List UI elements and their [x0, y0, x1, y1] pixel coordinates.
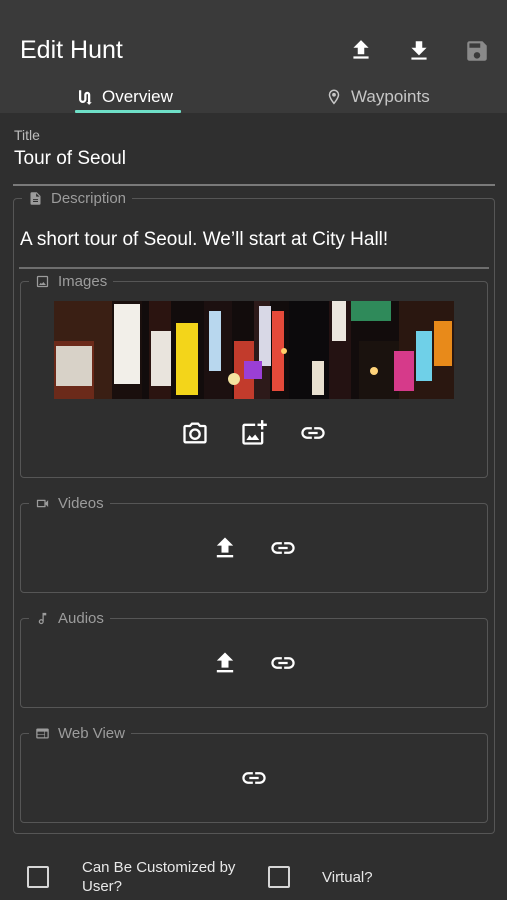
title-field[interactable]: Tour of Seoul — [14, 148, 126, 170]
audio-link-button[interactable] — [268, 648, 298, 678]
image-icon — [36, 275, 49, 288]
add-photo-icon — [242, 420, 267, 445]
route-icon — [79, 90, 92, 105]
customizable-label: Can Be Customized by User? — [82, 859, 236, 895]
app-bar: Edit Hunt Overview Waypoints — [0, 0, 507, 113]
add-photo-button[interactable] — [239, 418, 269, 448]
image-link-button[interactable] — [298, 418, 328, 448]
camera-icon — [183, 422, 207, 444]
description-legend: Description — [22, 190, 133, 207]
audios-legend: Audios — [29, 610, 110, 627]
web-icon — [36, 728, 49, 739]
download-button[interactable] — [404, 36, 434, 66]
title-underline — [13, 184, 495, 186]
document-icon — [30, 192, 41, 205]
videos-legend: Videos — [29, 495, 110, 512]
videos-section: Videos — [20, 495, 488, 593]
audios-legend-label: Audios — [58, 610, 104, 627]
tab-waypoints-label: Waypoints — [351, 87, 430, 106]
title-label: Title — [14, 127, 40, 143]
link-icon — [271, 542, 295, 554]
upload-icon — [216, 537, 234, 558]
upload-audio-button[interactable] — [210, 648, 240, 678]
link-icon — [301, 427, 325, 439]
link-icon — [242, 772, 266, 784]
description-underline — [19, 267, 489, 269]
location-pin-icon — [328, 89, 340, 105]
tab-indicator — [75, 110, 181, 113]
videos-legend-label: Videos — [58, 495, 104, 512]
web-view-legend-label: Web View — [58, 725, 125, 742]
take-photo-button[interactable] — [180, 418, 210, 448]
upload-icon — [216, 652, 234, 673]
download-icon — [411, 41, 427, 60]
save-button[interactable] — [462, 36, 492, 66]
tab-overview-label: Overview — [102, 87, 173, 106]
tab-waypoints[interactable]: Waypoints — [325, 82, 430, 112]
images-legend-label: Images — [58, 273, 108, 290]
virtual-label: Virtual? — [322, 869, 373, 886]
virtual-checkbox[interactable] — [268, 866, 290, 888]
save-icon — [467, 41, 487, 61]
page-title: Edit Hunt — [20, 36, 123, 64]
web-view-legend: Web View — [29, 725, 131, 742]
upload-button[interactable] — [346, 36, 376, 66]
web-view-link-button[interactable] — [239, 763, 269, 793]
images-legend: Images — [29, 273, 114, 290]
tab-overview[interactable]: Overview — [76, 82, 173, 112]
upload-video-button[interactable] — [210, 533, 240, 563]
videocam-icon — [36, 499, 49, 508]
seoul-street-photo — [54, 301, 454, 399]
music-note-icon — [38, 612, 47, 625]
link-icon — [271, 657, 295, 669]
audios-section: Audios — [20, 610, 488, 708]
description-legend-label: Description — [51, 190, 127, 207]
video-link-button[interactable] — [268, 533, 298, 563]
upload-icon — [353, 40, 369, 59]
description-field[interactable]: A short tour of Seoul. We’ll start at Ci… — [20, 229, 388, 251]
customizable-checkbox[interactable] — [27, 866, 49, 888]
hunt-image-thumbnail[interactable] — [54, 301, 454, 399]
